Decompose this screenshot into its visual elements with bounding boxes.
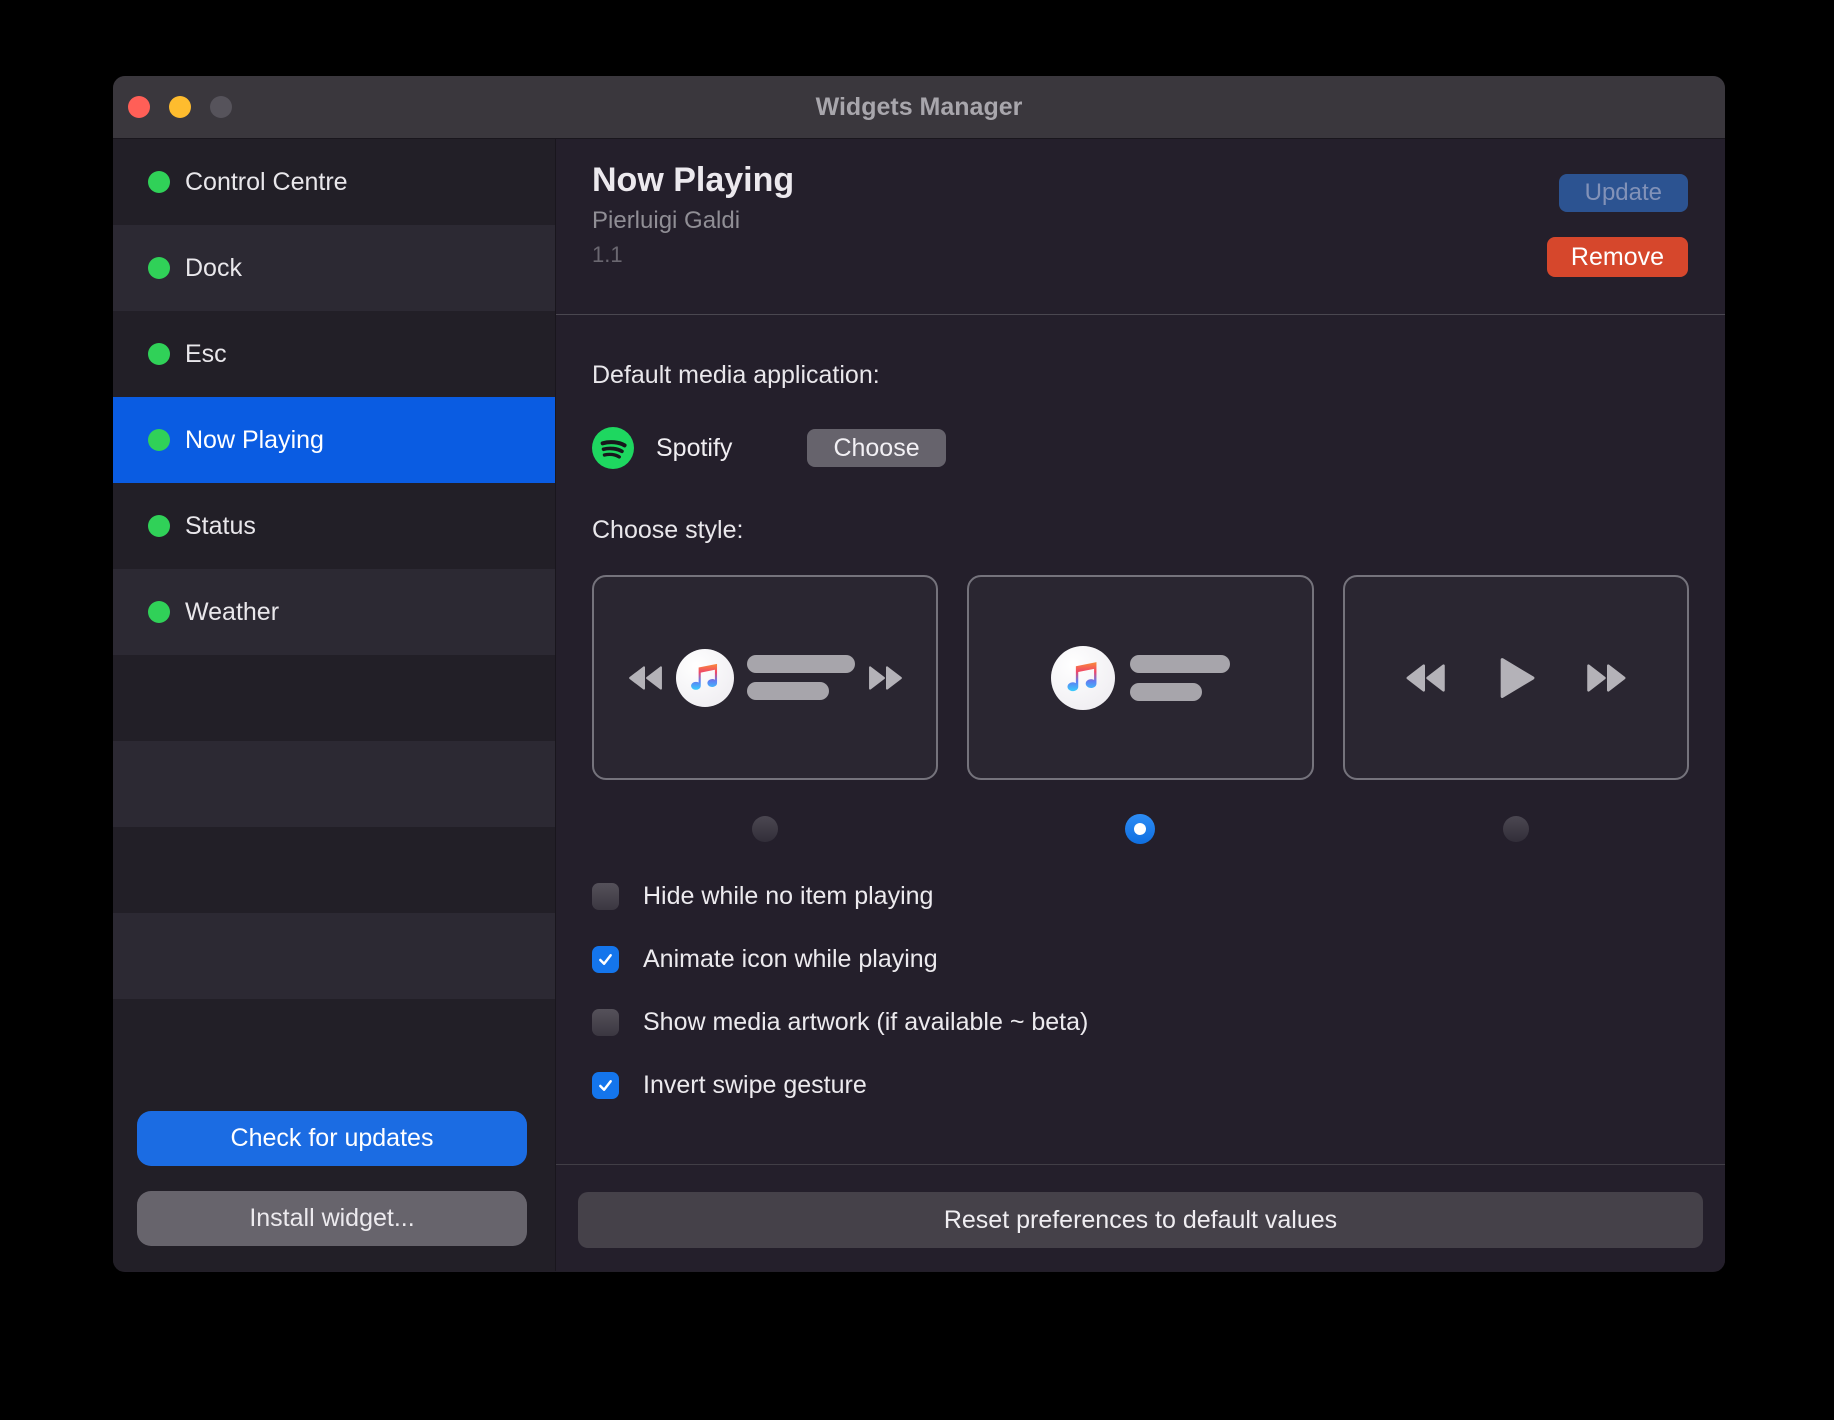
style-radio-2[interactable] (1125, 814, 1155, 844)
text-placeholder-bars (1130, 655, 1230, 701)
music-note-icon (1051, 646, 1115, 710)
sidebar-empty-row (113, 999, 555, 1085)
option-label: Show media artwork (if available ~ beta) (643, 1008, 1088, 1037)
style-card-controls-only[interactable] (1343, 575, 1689, 780)
green-status-dot (148, 343, 170, 365)
fast-forward-icon (868, 664, 904, 692)
option-label: Invert swipe gesture (643, 1071, 867, 1100)
green-status-dot (148, 515, 170, 537)
sidebar-item-status[interactable]: Status (113, 483, 555, 569)
check-for-updates-button[interactable]: Check for updates (137, 1111, 527, 1166)
green-status-dot (148, 257, 170, 279)
green-status-dot (148, 171, 170, 193)
rewind-icon (1404, 661, 1446, 695)
option-label: Animate icon while playing (643, 945, 938, 974)
style-radio-group (592, 814, 1689, 844)
sidebar-item-label: Control Centre (185, 168, 348, 197)
style-radio-3[interactable] (1503, 816, 1529, 842)
widget-header: Now Playing Pierluigi Galdi 1.1 Update R… (556, 139, 1725, 315)
default-media-app-label: Default media application: (592, 361, 1689, 390)
zoom-icon[interactable] (210, 96, 232, 118)
minimize-icon[interactable] (169, 96, 191, 118)
sidebar-item-control-centre[interactable]: Control Centre (113, 139, 555, 225)
option-label: Hide while no item playing (643, 882, 933, 911)
sidebar-item-label: Now Playing (185, 426, 324, 455)
media-app-row: Spotify Choose (592, 426, 1689, 470)
play-icon (1494, 655, 1538, 701)
checkbox-icon (592, 1072, 619, 1099)
update-button[interactable]: Update (1559, 174, 1688, 212)
choose-app-button[interactable]: Choose (807, 429, 945, 467)
sidebar-empty-row (113, 741, 555, 827)
traffic-lights (113, 96, 232, 118)
sidebar-empty-row (113, 827, 555, 913)
media-app-name: Spotify (656, 434, 732, 463)
style-card-controls-icon-text[interactable] (592, 575, 938, 780)
install-widget-button[interactable]: Install widget... (137, 1191, 527, 1246)
widget-author: Pierluigi Galdi (592, 207, 794, 235)
desktop: Widgets Manager Control Centre Dock (0, 0, 1834, 1420)
checkbox-icon (592, 946, 619, 973)
fast-forward-icon (1586, 661, 1628, 695)
sidebar-item-label: Status (185, 512, 256, 541)
choose-style-label: Choose style: (592, 516, 1689, 545)
style-cards (592, 575, 1689, 780)
sidebar-footer: Check for updates Install widget... (113, 1085, 555, 1271)
window-title: Widgets Manager (113, 93, 1725, 122)
option-animate-icon[interactable]: Animate icon while playing (592, 945, 1689, 973)
preferences-section: Default media application: Spotify Choos (556, 315, 1725, 1164)
widget-detail-pane: Now Playing Pierluigi Galdi 1.1 Update R… (556, 139, 1725, 1271)
sidebar-item-weather[interactable]: Weather (113, 569, 555, 655)
reset-preferences-button[interactable]: Reset preferences to default values (578, 1192, 1703, 1248)
style-radio-1[interactable] (752, 816, 778, 842)
widget-list: Control Centre Dock Esc Now Playing (113, 139, 555, 1085)
checkbox-icon (592, 883, 619, 910)
sidebar-empty-row (113, 913, 555, 999)
sidebar: Control Centre Dock Esc Now Playing (113, 139, 556, 1271)
sidebar-item-dock[interactable]: Dock (113, 225, 555, 311)
options-group: Hide while no item playing Animate icon … (592, 882, 1689, 1099)
music-note-icon (676, 649, 734, 707)
sidebar-item-esc[interactable]: Esc (113, 311, 555, 397)
sidebar-item-label: Weather (185, 598, 279, 627)
rewind-icon (627, 664, 663, 692)
option-hide-while-no-item[interactable]: Hide while no item playing (592, 882, 1689, 910)
checkbox-icon (592, 1009, 619, 1036)
green-status-dot (148, 429, 170, 451)
option-invert-swipe[interactable]: Invert swipe gesture (592, 1071, 1689, 1099)
content-footer: Reset preferences to default values (556, 1164, 1725, 1271)
widgets-manager-window: Widgets Manager Control Centre Dock (113, 76, 1725, 1272)
sidebar-item-now-playing[interactable]: Now Playing (113, 397, 555, 483)
option-show-artwork[interactable]: Show media artwork (if available ~ beta) (592, 1008, 1689, 1036)
widget-version: 1.1 (592, 242, 794, 268)
style-card-icon-text[interactable] (967, 575, 1313, 780)
sidebar-item-label: Esc (185, 340, 227, 369)
sidebar-empty-row (113, 655, 555, 741)
text-placeholder-bars (747, 655, 855, 700)
page-title: Now Playing (592, 160, 794, 200)
window-titlebar: Widgets Manager (113, 76, 1725, 139)
spotify-icon (592, 427, 634, 469)
close-icon[interactable] (128, 96, 150, 118)
green-status-dot (148, 601, 170, 623)
sidebar-item-label: Dock (185, 254, 242, 283)
remove-button[interactable]: Remove (1547, 237, 1688, 277)
